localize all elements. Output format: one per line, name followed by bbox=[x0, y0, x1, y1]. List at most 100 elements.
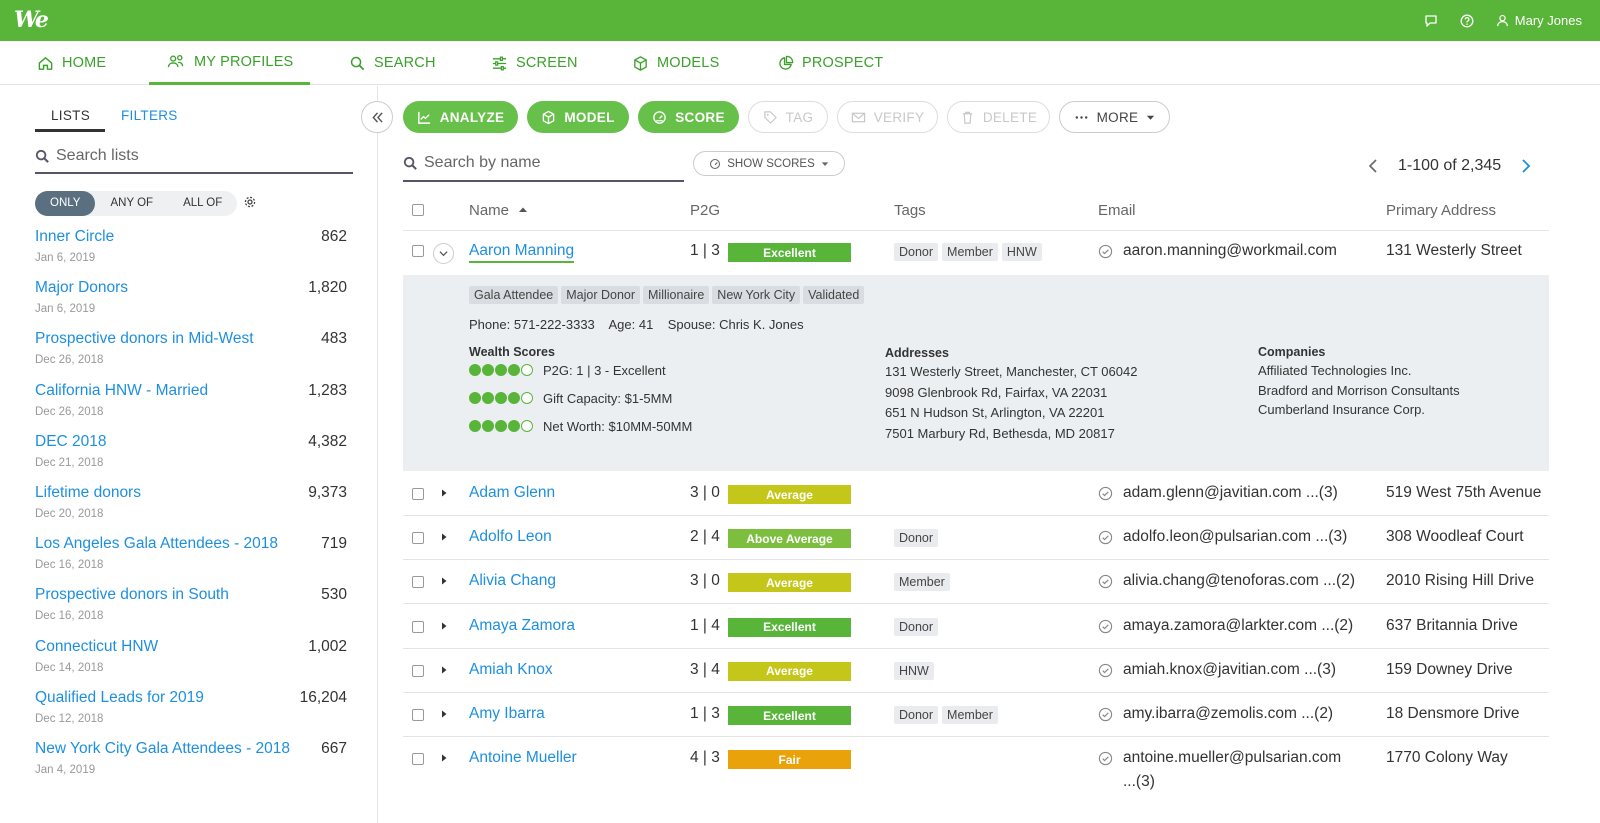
verify-button[interactable]: VERIFY bbox=[837, 101, 938, 133]
toggle-any-of[interactable]: ANY OF bbox=[95, 191, 168, 216]
list-item[interactable]: Connecticut HNW 1,002 Dec 14, 2018 bbox=[35, 638, 347, 684]
show-scores-dropdown[interactable]: SHOW SCORES bbox=[693, 151, 845, 176]
email[interactable]: alivia.chang@tenoforas.com ...(2) bbox=[1123, 572, 1355, 590]
list-name[interactable]: Major Donors bbox=[35, 279, 128, 297]
row-checkbox[interactable] bbox=[412, 576, 424, 589]
row-checkbox[interactable] bbox=[412, 532, 424, 545]
list-item[interactable]: Major Donors 1,820 Jan 6, 2019 bbox=[35, 279, 347, 325]
list-item[interactable]: Los Angeles Gala Attendees - 2018 719 Dec … bbox=[35, 535, 347, 581]
caret-right-icon[interactable] bbox=[440, 577, 448, 585]
row-checkbox[interactable] bbox=[412, 753, 424, 766]
profile-name[interactable]: Antoine Mueller bbox=[469, 749, 577, 767]
tag-button[interactable]: TAG bbox=[748, 101, 828, 133]
chevron-right-icon[interactable] bbox=[1521, 159, 1531, 173]
rating-badge: Average bbox=[728, 661, 851, 681]
nav-models[interactable]: MODELS bbox=[632, 41, 719, 85]
profile-name[interactable]: Amy Ibarra bbox=[469, 705, 545, 723]
list-name[interactable]: Los Angeles Gala Attendees - 2018 bbox=[35, 535, 278, 553]
list-item[interactable]: Prospective donors in South 530 Dec 16, 20… bbox=[35, 586, 347, 632]
caret-right-icon[interactable] bbox=[440, 754, 448, 762]
list-name[interactable]: Inner Circle bbox=[35, 228, 114, 246]
list-item[interactable]: Inner Circle 862 Jan 6, 2019 bbox=[35, 228, 347, 274]
nav-home-label: HOME bbox=[62, 55, 107, 71]
email-count[interactable]: ...(3) bbox=[1123, 773, 1155, 791]
caret-right-icon[interactable] bbox=[440, 489, 448, 497]
profile-name[interactable]: Amiah Knox bbox=[469, 661, 553, 679]
column-p2g[interactable]: P2G bbox=[690, 202, 720, 219]
cube-icon bbox=[634, 55, 647, 71]
chevron-left-icon[interactable] bbox=[1368, 159, 1378, 173]
list-name[interactable]: Connecticut HNW bbox=[35, 638, 158, 656]
nav-home[interactable]: HOME bbox=[37, 41, 106, 85]
help-icon[interactable] bbox=[1460, 14, 1474, 28]
list-name[interactable]: Prospective donors in South bbox=[35, 586, 229, 604]
collapse-row-button[interactable] bbox=[433, 243, 454, 264]
toggle-all-of[interactable]: ALL OF bbox=[168, 191, 237, 216]
row-checkbox[interactable] bbox=[412, 709, 424, 721]
analyze-button[interactable]: ANALYZE bbox=[403, 101, 518, 133]
list-item[interactable]: Lifetime donors 9,373 Dec 20, 2018 bbox=[35, 484, 347, 530]
nav-search[interactable]: SEARCH bbox=[349, 41, 436, 85]
list-name[interactable]: DEC 2018 bbox=[35, 433, 107, 451]
email[interactable]: adolfo.leon@pulsarian.com ...(3) bbox=[1123, 528, 1347, 546]
primary-address: 637 Britannia Drive bbox=[1386, 616, 1518, 634]
email[interactable]: amy.ibarra@zemolis.com ...(2) bbox=[1123, 705, 1333, 723]
user-menu[interactable]: Mary Jones bbox=[1496, 13, 1582, 28]
list-name[interactable]: Prospective donors in Mid-West bbox=[35, 330, 254, 348]
delete-button[interactable]: DELETE bbox=[947, 101, 1050, 133]
caret-right-icon[interactable] bbox=[440, 622, 448, 630]
profile-name[interactable]: Adolfo Leon bbox=[469, 528, 552, 546]
more-button[interactable]: MORE bbox=[1059, 101, 1170, 133]
row-checkbox[interactable] bbox=[412, 664, 424, 677]
nav-my-profiles[interactable]: MY PROFILES bbox=[149, 41, 311, 85]
list-item[interactable]: DEC 2018 4,382 Dec 21, 2018 bbox=[35, 433, 347, 479]
column-primary-address[interactable]: Primary Address bbox=[1386, 202, 1496, 219]
collapse-sidebar-button[interactable] bbox=[361, 101, 393, 133]
row-checkbox[interactable] bbox=[412, 488, 424, 500]
list-item[interactable]: California HNW - Married 1,283 Dec 26, 201… bbox=[35, 382, 347, 428]
list-name[interactable]: Qualified Leads for 2019 bbox=[35, 689, 204, 707]
caret-right-icon[interactable] bbox=[440, 666, 448, 674]
nav-prospect-label: PROSPECT bbox=[802, 55, 884, 71]
column-email[interactable]: Email bbox=[1098, 202, 1136, 219]
column-tags[interactable]: Tags bbox=[894, 202, 926, 219]
email[interactable]: antoine.mueller@pulsarian.com bbox=[1123, 749, 1341, 767]
nav-prospect[interactable]: PROSPECT bbox=[777, 41, 883, 85]
filled-dot-icon bbox=[469, 364, 481, 376]
toggle-only[interactable]: ONLY bbox=[35, 191, 96, 216]
profile-name[interactable]: Alivia Chang bbox=[469, 572, 556, 590]
score-button[interactable]: SCORE bbox=[638, 101, 739, 133]
profile-name[interactable]: Aaron Manning bbox=[469, 242, 575, 263]
list-item[interactable]: Qualified Leads for 2019 16,204 Dec 12, 20… bbox=[35, 689, 347, 735]
contact-info: Phone: 571-222-3333 Age: 41 Spouse: Chri… bbox=[469, 317, 804, 332]
caret-right-icon[interactable] bbox=[440, 533, 448, 541]
email[interactable]: amiah.knox@javitian.com ...(3) bbox=[1123, 661, 1336, 679]
row-checkbox[interactable] bbox=[412, 620, 424, 633]
list-name[interactable]: California HNW - Married bbox=[35, 382, 208, 400]
profile-name[interactable]: Adam Glenn bbox=[469, 484, 555, 502]
app-logo[interactable]: We bbox=[14, 7, 49, 33]
list-item[interactable]: Prospective donors in Mid-West 483 Dec 26,… bbox=[35, 330, 347, 376]
row-checkbox[interactable] bbox=[412, 245, 424, 257]
tab-filters[interactable]: FILTERS bbox=[121, 108, 178, 123]
nav-screen[interactable]: SCREEN bbox=[491, 41, 578, 85]
p2g-score: 4 | 3 bbox=[690, 749, 720, 767]
column-name[interactable]: Name bbox=[469, 202, 528, 219]
list-name[interactable]: New York City Gala Attendees - 2018 bbox=[35, 740, 290, 758]
email[interactable]: adam.glenn@javitian.com ...(3) bbox=[1123, 484, 1338, 502]
chat-icon[interactable] bbox=[1424, 14, 1438, 28]
list-name[interactable]: Lifetime donors bbox=[35, 484, 141, 502]
tab-lists[interactable]: LISTS bbox=[35, 108, 105, 132]
list-item[interactable]: New York City Gala Attendees - 2018 667 Ja… bbox=[35, 740, 347, 786]
select-all-checkbox[interactable] bbox=[412, 204, 424, 216]
gear-icon[interactable] bbox=[243, 195, 257, 209]
model-button[interactable]: MODEL bbox=[527, 101, 629, 133]
search-lists-input[interactable]: Search lists bbox=[35, 140, 353, 174]
email[interactable]: aaron.manning@workmail.com bbox=[1123, 242, 1337, 260]
email[interactable]: amaya.zamora@larkter.com ...(2) bbox=[1123, 617, 1353, 635]
profile-name[interactable]: Amaya Zamora bbox=[469, 617, 575, 635]
caret-right-icon[interactable] bbox=[440, 710, 448, 718]
verified-check-icon bbox=[1098, 486, 1113, 501]
list-match-toggle: ONLY ANY OF ALL OF bbox=[35, 191, 238, 216]
search-by-name-input[interactable]: Search by name bbox=[403, 146, 684, 182]
